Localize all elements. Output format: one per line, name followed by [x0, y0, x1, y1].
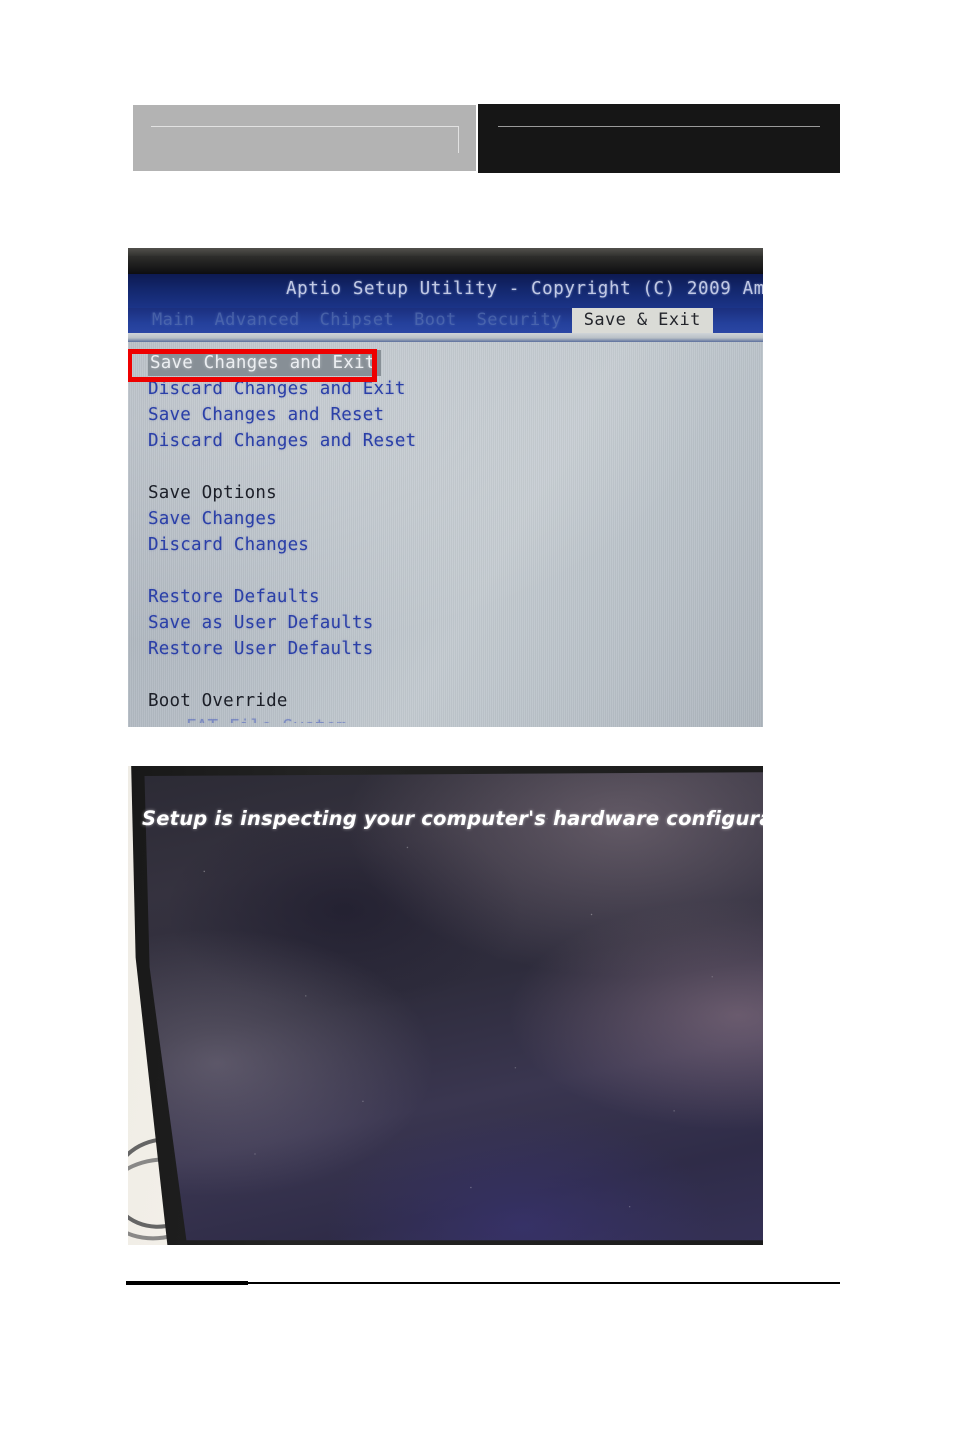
bios-tab-underline	[128, 333, 763, 342]
bios-menu-item-save-changes-and-reset[interactable]: Save Changes and Reset	[148, 402, 416, 428]
red-highlight-annotation	[128, 349, 377, 382]
bios-menu-heading-boot-override: Boot Override	[148, 691, 288, 711]
setup-inspecting-message: Setup is inspecting your computer's hard…	[142, 807, 763, 830]
bios-tab-save-and-exit[interactable]: Save & Exit	[571, 308, 713, 333]
header-left-block	[133, 105, 476, 171]
bios-menu-list: Save Changes and Exit Discard Changes an…	[148, 350, 416, 723]
bios-tab-chipset[interactable]: Chipset	[310, 308, 404, 333]
bios-tab-main[interactable]: Main	[142, 308, 205, 333]
header-right-rule	[498, 126, 820, 127]
header-left-rule	[151, 126, 458, 127]
bios-tab-list: Main Advanced Chipset Boot Security Save…	[142, 308, 713, 333]
bios-menu-spacer-1	[148, 454, 416, 480]
page-header-band	[133, 104, 840, 173]
bios-menu-item-discard-changes-and-reset[interactable]: Discard Changes and Reset	[148, 428, 416, 454]
bios-menu-item-fat-file-system[interactable]: FAT File System	[186, 714, 416, 723]
bios-tab-advanced[interactable]: Advanced	[205, 308, 310, 333]
monitor-top-bezel	[128, 248, 763, 274]
figure-windows-setup-photo: Setup is inspecting your computer's hard…	[128, 766, 763, 1245]
bios-menu-item-discard-changes[interactable]: Discard Changes	[148, 532, 416, 558]
figure-bios-setup-photo: Aptio Setup Utility - Copyright (C) 2009…	[128, 248, 763, 727]
bios-menu-heading-save-options: Save Options	[148, 483, 277, 503]
footer-rule-accent	[126, 1281, 248, 1285]
bios-tab-security[interactable]: Security	[467, 308, 572, 333]
bios-menu-item-save-changes[interactable]: Save Changes	[148, 506, 416, 532]
bios-menu-item-restore-user-defaults[interactable]: Restore User Defaults	[148, 636, 416, 662]
bios-menu-item-restore-defaults[interactable]: Restore Defaults	[148, 584, 416, 610]
bios-tab-boot[interactable]: Boot	[404, 308, 467, 333]
bios-menu-spacer-3	[148, 662, 416, 688]
header-right-block	[478, 104, 840, 173]
header-left-rule-vertical	[458, 126, 459, 153]
bios-menu-item-save-as-user-defaults[interactable]: Save as User Defaults	[148, 610, 416, 636]
bios-title-text: Aptio Setup Utility - Copyright (C) 2009…	[286, 279, 763, 299]
monitor-screen	[144, 772, 763, 1241]
bios-menu-spacer-2	[148, 558, 416, 584]
